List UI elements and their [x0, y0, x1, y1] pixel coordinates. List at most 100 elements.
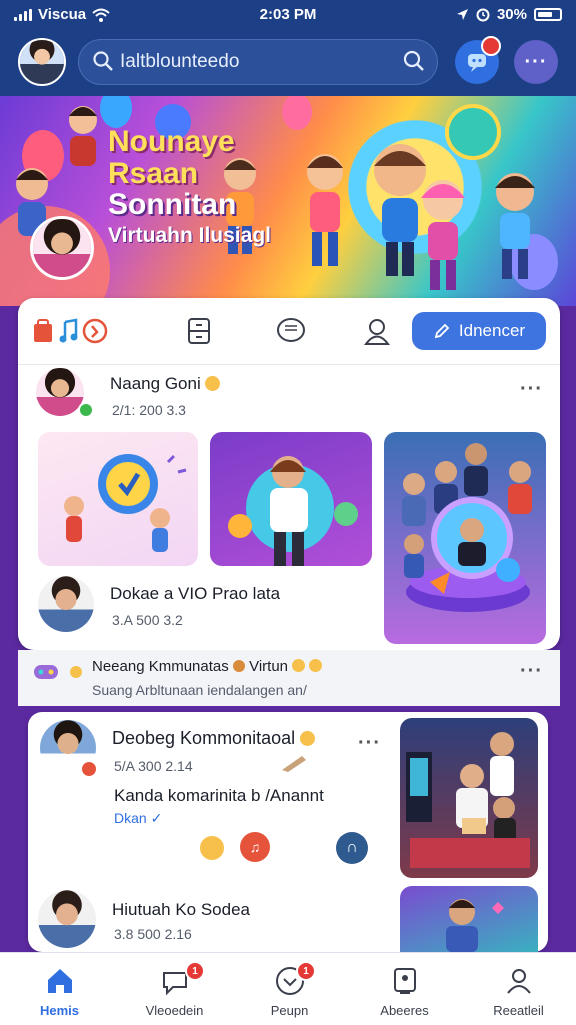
tab-profile[interactable]: Reeatleil: [461, 953, 576, 1025]
power-icon: [82, 318, 108, 344]
clock-illustration: [64, 454, 187, 552]
cartoon-kid-figure: [69, 106, 97, 166]
emoji-icon: [70, 666, 82, 678]
tab-home[interactable]: Hemis: [2, 953, 117, 1025]
emoji-icon: [232, 660, 245, 672]
emoji-icon: [205, 376, 221, 391]
tab-label: Vleoedein: [145, 1003, 204, 1018]
cartoon-kid-figure: [307, 154, 343, 266]
banner-line-4: Virtuahn Ilusiagl: [108, 223, 271, 247]
more-icon: ···: [524, 51, 548, 73]
check-icon: ✓: [150, 810, 163, 826]
post-meta: 2/1: 200 3.3: [112, 402, 186, 418]
search-bar[interactable]: Ialtblounteedo: [78, 39, 438, 85]
post-author-avatar[interactable]: [38, 576, 94, 632]
message-tool[interactable]: [274, 314, 308, 348]
cartoon-kid-figure: [495, 173, 535, 279]
share-reaction-button[interactable]: ∩: [336, 832, 368, 864]
post-author-name[interactable]: Naang Goni: [110, 374, 221, 394]
emoji-icon: [300, 731, 316, 746]
activity-options-icon[interactable]: ···: [520, 660, 543, 683]
group-illustration: [402, 443, 532, 612]
activity-title: Neeang Kmmunatas Virtun: [92, 658, 323, 675]
person-icon: [507, 969, 531, 994]
banner-line-1: Nounaye: [108, 125, 235, 158]
notification-badge: [481, 36, 501, 56]
post-image-workspace[interactable]: [400, 718, 538, 878]
bag-icon: [34, 319, 52, 342]
emoji-icon: [309, 659, 323, 672]
horn-icon: [282, 756, 306, 772]
status-bar: Viscua 2:03 PM 30%: [0, 0, 576, 30]
emoji-icon: [292, 659, 306, 672]
post-image-clock[interactable]: [38, 432, 198, 566]
media-tool[interactable]: [30, 314, 110, 348]
post-meta: 3.A 500 3.2: [112, 612, 183, 628]
presenter-illustration: [446, 899, 504, 952]
cabinet-icon: [188, 318, 210, 344]
profile-card-icon: [394, 968, 416, 994]
alarm-icon: [476, 8, 490, 21]
activity-strip[interactable]: Neeang Kmmunatas Virtun Suang Arbltunaan…: [18, 650, 560, 706]
search-icon: [93, 51, 113, 71]
archive-tool[interactable]: [182, 314, 216, 348]
activity-subtitle: Suang Arbltunaan iendalangen an/: [92, 682, 307, 698]
music-note-icon: [59, 318, 78, 343]
more-options-button[interactable]: ···: [514, 40, 558, 84]
tab-people[interactable]: 1 Peupn: [232, 953, 347, 1025]
post-meta: 3.8 500 2.16: [114, 926, 192, 942]
profile-avatar[interactable]: [18, 38, 66, 86]
online-status-dot: [78, 402, 94, 418]
battery-icon: [534, 8, 562, 21]
home-icon: [48, 969, 72, 993]
speech-bubble-icon: [277, 318, 305, 342]
tab-label: Abeeres: [380, 1003, 429, 1018]
battery-percent: 30%: [496, 6, 527, 23]
bottom-tab-bar: Hemis 1 Vleoedein 1 Peupn Abeeres Reeatl…: [0, 952, 576, 1025]
post-author-avatar[interactable]: [36, 368, 84, 416]
primary-action-label: Idnencer: [458, 321, 526, 340]
tab-addresses[interactable]: Abeeres: [347, 953, 462, 1025]
post-image-character[interactable]: [210, 432, 372, 566]
reaction-emoji-icon[interactable]: [200, 836, 224, 860]
cartoon-kid-figure: [421, 180, 465, 290]
feature-card: Deobeg Kommonitaoal ··· 5/A 300 2.14 Kan…: [28, 712, 548, 952]
person-outline-icon: [364, 319, 390, 345]
tab-label: Reeatleil: [493, 1003, 544, 1018]
tab-videos[interactable]: 1 Vleoedein: [117, 953, 232, 1025]
primary-action-button[interactable]: Idnencer: [412, 312, 546, 350]
post-meta: 5/A 300 2.14: [114, 758, 193, 774]
game-controller-icon: [34, 665, 58, 679]
tab-badge: 1: [185, 961, 205, 981]
post-author-name[interactable]: Deobeg Kommonitaoal: [112, 728, 316, 749]
post-tag[interactable]: Dkan ✓: [114, 810, 162, 827]
location-icon: [456, 9, 468, 20]
featured-avatar[interactable]: [30, 216, 94, 280]
profile-tool[interactable]: [360, 314, 394, 348]
post-headline: Kanda komarinita b /Anannt: [114, 786, 324, 805]
post-image-group-video[interactable]: [384, 432, 546, 644]
music-reaction-button[interactable]: ♫: [240, 832, 270, 862]
banner-line-3: Sonnitan: [108, 188, 237, 221]
pencil-icon: [434, 323, 450, 339]
tab-label: Hemis: [39, 1003, 80, 1018]
search-input[interactable]: Ialtblounteedo: [120, 51, 239, 73]
post-author-name[interactable]: Hiutuah Ko Sodea: [112, 900, 250, 920]
post-options-icon[interactable]: ···: [520, 378, 543, 401]
search-submit-icon[interactable]: [402, 49, 426, 73]
tab-badge: 1: [296, 961, 316, 981]
character-illustration: [228, 456, 358, 566]
composer-toolbar: Idnencer: [18, 298, 560, 365]
banner-line-2: Rsaan: [108, 156, 199, 190]
hero-banner[interactable]: Nounaye Rsaan Sonnitan Virtuahn Ilusiagl: [0, 96, 576, 306]
messenger-button[interactable]: [455, 36, 501, 84]
post-options-icon[interactable]: ···: [358, 732, 381, 755]
workspace-illustration: [406, 732, 530, 868]
tab-label: Peupn: [270, 1003, 309, 1018]
live-badge: [80, 760, 98, 778]
feed-panel: Idnencer Naang Goni 2/1: 200 3.3 ··· Dok…: [18, 298, 560, 650]
post-author-name[interactable]: Dokae a VIO Prao lata: [110, 584, 280, 604]
post-image-presenter[interactable]: [400, 886, 538, 952]
banner-title: Nounaye Rsaan Sonnitan Virtuahn Ilusiagl: [108, 126, 271, 247]
post-author-avatar[interactable]: [38, 890, 96, 948]
